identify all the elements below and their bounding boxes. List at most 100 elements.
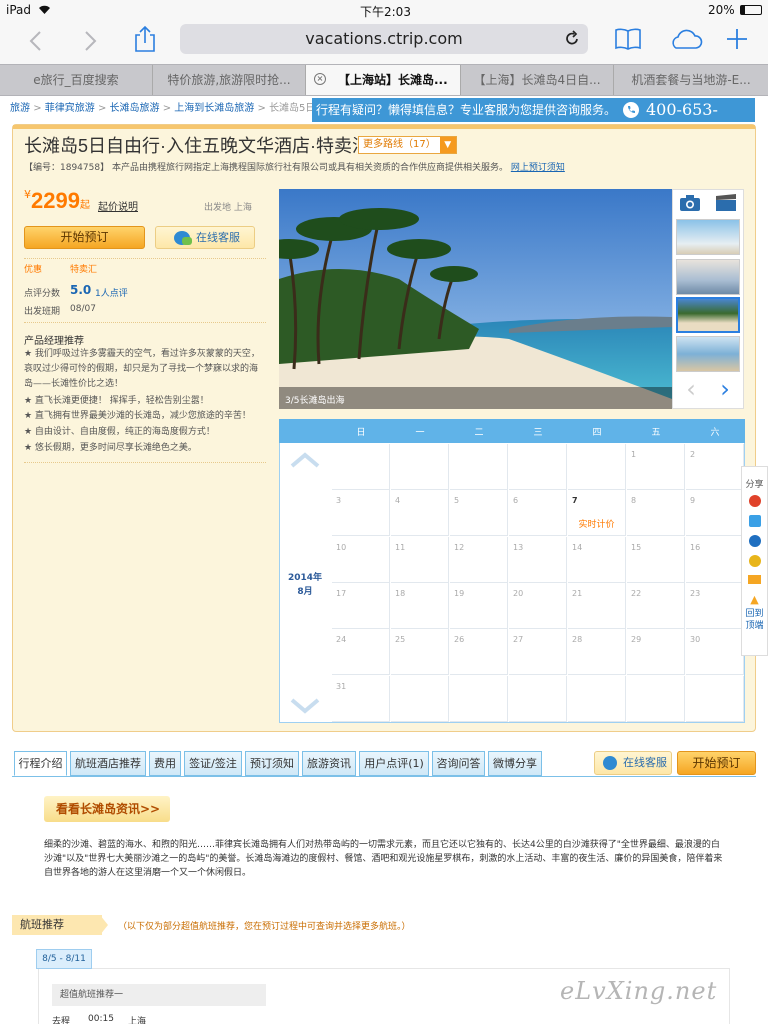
- prev-month-icon[interactable]: [290, 452, 320, 468]
- calendar-day: 12: [450, 536, 508, 583]
- url-text: vacations.ctrip.com: [305, 29, 463, 48]
- icloud-tabs-icon[interactable]: [667, 28, 703, 50]
- tab-1[interactable]: 特价旅游,旅游限时抢...: [153, 65, 306, 95]
- book-button-bottom[interactable]: 开始预订: [677, 751, 756, 775]
- battery-icon: [740, 5, 762, 15]
- qzone-icon[interactable]: [748, 555, 761, 567]
- code-text: 【编号：1894758】 本产品由携程旅行网指定上海携程国际旅行社有限公司或具有…: [24, 163, 508, 173]
- tab-reviews[interactable]: 用户点评(1): [359, 751, 429, 776]
- renren-icon[interactable]: [748, 535, 761, 547]
- calendar-day: 2: [686, 444, 744, 490]
- forward-icon[interactable]: [84, 30, 98, 52]
- book-button[interactable]: 开始预订: [24, 226, 145, 249]
- calendar-day: 11: [391, 536, 449, 583]
- next-month-icon[interactable]: [290, 698, 320, 714]
- new-tab-icon[interactable]: [726, 28, 748, 50]
- dates-value: 08/07: [70, 304, 96, 314]
- chat-button-bottom[interactable]: 在线客服: [594, 751, 672, 775]
- tabs-underline: [12, 776, 756, 777]
- week-tab[interactable]: 8/5 - 8/11: [36, 949, 92, 969]
- address-bar[interactable]: vacations.ctrip.com: [180, 24, 588, 54]
- crumb-boracay[interactable]: 长滩岛旅游: [110, 103, 160, 114]
- photo-thumbnail[interactable]: [676, 259, 740, 295]
- chat-button[interactable]: 在线客服: [155, 226, 255, 249]
- tencent-icon[interactable]: [748, 515, 761, 527]
- day-number: 16: [690, 542, 701, 552]
- day-number: 28: [572, 635, 583, 645]
- price: ¥2299起: [24, 188, 90, 214]
- share-icon[interactable]: [134, 25, 156, 53]
- day-number: 23: [690, 588, 701, 598]
- photo-caption: 3/5长滩岛出海: [285, 396, 345, 406]
- day-number: 4: [395, 496, 401, 506]
- back-to-top-icon[interactable]: ▲: [749, 594, 761, 606]
- flight-direction: 去程: [52, 1017, 71, 1024]
- day-number: 17: [336, 588, 347, 598]
- more-routes-dropdown[interactable]: 更多路线（17） ▼: [358, 136, 457, 154]
- calendar-day: 21: [568, 582, 626, 629]
- next-photo-icon[interactable]: ›: [710, 376, 740, 402]
- destination-photo[interactable]: 3/5长滩岛出海: [279, 189, 672, 409]
- day-number: 2: [690, 450, 696, 459]
- weekday-label: 二: [474, 428, 484, 438]
- battery-percent: 20%: [708, 3, 735, 17]
- calendar-month-label: 2014年 8月: [282, 571, 328, 599]
- tab-active-label: 【上海站】长滩岛...: [338, 73, 448, 87]
- tab-flight-hotel[interactable]: 航班酒店推荐: [70, 751, 146, 776]
- tab-travel-info[interactable]: 旅游资讯: [302, 751, 356, 776]
- day-number: 11: [395, 542, 406, 552]
- bookmarks-icon[interactable]: [614, 27, 642, 51]
- price-note-link[interactable]: 起价说明: [98, 198, 138, 213]
- boracay-info-button[interactable]: 看看长滩岛资讯>>: [44, 796, 170, 822]
- chat-button-bottom-label: 在线客服: [623, 756, 667, 769]
- back-to-top-label[interactable]: 回到顶端: [742, 606, 767, 634]
- photo-thumbnail[interactable]: [676, 336, 740, 372]
- back-icon[interactable]: [28, 30, 42, 52]
- realtime-price-label[interactable]: 实时计价: [572, 517, 621, 530]
- tab-0[interactable]: e旅行_百度搜索: [0, 65, 153, 95]
- calendar-day: [568, 675, 626, 722]
- dates-label: 出发班期: [24, 307, 61, 317]
- camera-icon[interactable]: [679, 194, 701, 212]
- tab-weibo-share[interactable]: 微博分享: [488, 751, 542, 776]
- tab-fees[interactable]: 费用: [149, 751, 181, 776]
- tab-visa[interactable]: 签证/签注: [184, 751, 242, 776]
- prev-photo-icon[interactable]: ‹: [676, 376, 706, 402]
- weekday-label: 四: [592, 428, 602, 438]
- divider: [24, 258, 266, 259]
- video-icon[interactable]: [715, 194, 737, 212]
- photo-thumbnail-selected[interactable]: [676, 297, 740, 333]
- flight-time: 00:15: [88, 1014, 114, 1024]
- calendar-day[interactable]: 7 实时计价: [568, 490, 626, 537]
- rating-label: 点评分数: [24, 289, 61, 299]
- calendar-day: 17: [332, 582, 390, 629]
- crumb-sep: >: [33, 103, 42, 114]
- reload-icon[interactable]: [564, 30, 580, 48]
- crumb-shanghai-boracay[interactable]: 上海到长滩岛旅游: [174, 103, 254, 114]
- tab-booking-notice[interactable]: 预订须知: [245, 751, 299, 776]
- crumb-travel[interactable]: 旅游: [10, 103, 30, 114]
- tab-qa[interactable]: 咨询问答: [432, 751, 485, 776]
- tab-active[interactable]: × 【上海站】长滩岛...: [306, 65, 461, 95]
- tab-3[interactable]: 【上海】长滩岛4日自...: [461, 65, 614, 95]
- calendar-day: 1: [627, 444, 685, 490]
- weibo-icon[interactable]: [748, 495, 761, 507]
- email-icon[interactable]: [748, 575, 761, 584]
- customer-service-icon: [603, 756, 617, 770]
- day-number: 30: [690, 635, 701, 645]
- calendar-day: 13: [509, 536, 567, 583]
- crumb-philippines[interactable]: 菲律宾旅游: [45, 103, 95, 114]
- weekday-label: 三: [533, 428, 543, 438]
- photo-thumbnail[interactable]: [676, 219, 740, 255]
- calendar-day: 24: [332, 629, 390, 676]
- service-banner[interactable]: 行程有疑问？懒得填信息？专业客服为您提供咨询服务。 400-653-7929: [312, 98, 755, 143]
- panel-top-stripe: [13, 125, 755, 129]
- tab-4[interactable]: 机酒套餐与当地游-E...: [614, 65, 768, 95]
- departure-label: 出发地: [204, 203, 232, 213]
- tab-itinerary[interactable]: 行程介绍: [14, 751, 67, 776]
- close-tab-icon[interactable]: ×: [314, 73, 326, 85]
- rating-count[interactable]: 1人点评: [95, 286, 128, 299]
- crumb-sep: >: [97, 103, 107, 114]
- day-number: 5: [454, 496, 460, 506]
- booking-notice-link[interactable]: 网上预订须知: [511, 163, 565, 173]
